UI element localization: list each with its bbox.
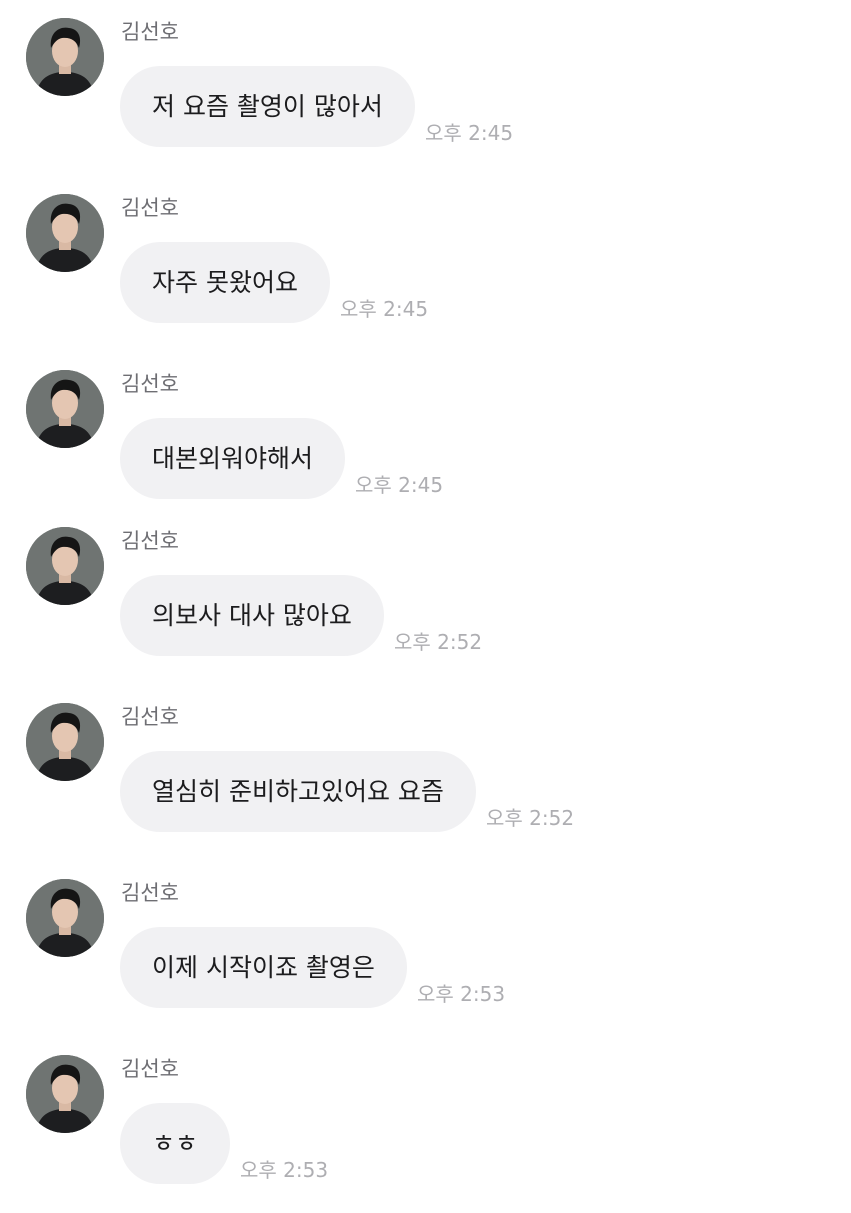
profile-photo	[26, 703, 104, 781]
avatar[interactable]	[26, 194, 104, 272]
message-timestamp: 오후 2:45	[355, 473, 444, 497]
message-timestamp: 오후 2:45	[425, 121, 514, 145]
message-timestamp: 오후 2:52	[486, 806, 575, 830]
avatar[interactable]	[26, 879, 104, 957]
chat-message: 김선호 ㅎㅎ 오후 2:53	[0, 1037, 851, 1213]
message-bubble[interactable]: 대본외워야해서	[120, 418, 346, 499]
chat-message: 김선호 이제 시작이죠 촬영은 오후 2:53	[0, 861, 851, 1037]
sender-name: 김선호	[121, 372, 179, 396]
chat-message: 김선호 자주 못왔어요 오후 2:45	[0, 176, 851, 352]
message-bubble[interactable]: ㅎㅎ	[120, 1103, 231, 1184]
message-bubble[interactable]: 저 요즘 촬영이 많아서	[120, 66, 415, 147]
profile-photo	[26, 527, 104, 605]
message-bubble[interactable]: 자주 못왔어요	[120, 242, 330, 323]
message-timestamp: 오후 2:45	[340, 297, 429, 321]
profile-photo	[26, 370, 104, 448]
sender-name: 김선호	[121, 196, 179, 220]
avatar[interactable]	[26, 527, 104, 605]
sender-name: 김선호	[121, 1057, 179, 1081]
chat-message: 김선호 저 요즘 촬영이 많아서 오후 2:45	[0, 0, 851, 176]
message-bubble[interactable]: 이제 시작이죠 촬영은	[120, 927, 407, 1008]
profile-photo	[26, 18, 104, 96]
message-timestamp: 오후 2:53	[417, 982, 506, 1006]
sender-name: 김선호	[121, 705, 179, 729]
message-timestamp: 오후 2:52	[394, 630, 483, 654]
profile-photo	[26, 879, 104, 957]
sender-name: 김선호	[121, 20, 179, 44]
avatar[interactable]	[26, 1055, 104, 1133]
chat-message: 김선호 의보사 대사 많아요 오후 2:52	[0, 509, 851, 685]
chat-message: 김선호 대본외워야해서 오후 2:45	[0, 352, 851, 528]
chat-message: 김선호 열심히 준비하고있어요 요즘 오후 2:52	[0, 685, 851, 861]
message-bubble[interactable]: 열심히 준비하고있어요 요즘	[120, 751, 476, 832]
avatar[interactable]	[26, 703, 104, 781]
avatar[interactable]	[26, 370, 104, 448]
sender-name: 김선호	[121, 529, 179, 553]
message-bubble[interactable]: 의보사 대사 많아요	[120, 575, 384, 656]
message-timestamp: 오후 2:53	[240, 1158, 329, 1182]
profile-photo	[26, 1055, 104, 1133]
profile-photo	[26, 194, 104, 272]
sender-name: 김선호	[121, 881, 179, 905]
avatar[interactable]	[26, 18, 104, 96]
